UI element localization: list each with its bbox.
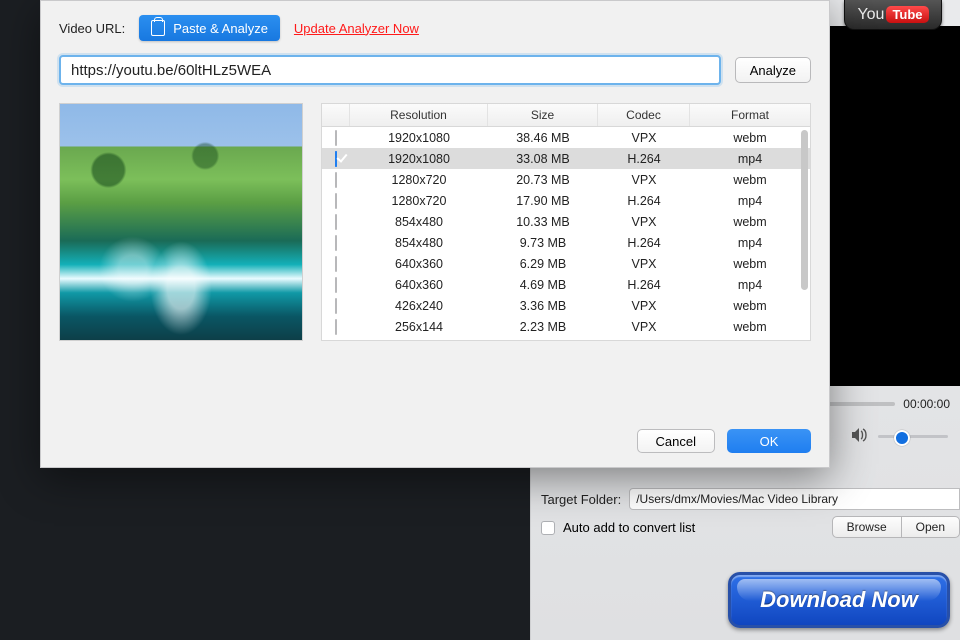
cell-codec: VPX: [598, 215, 690, 229]
table-row[interactable]: 854x4809.73 MBH.264mp4: [322, 232, 810, 253]
download-now-button[interactable]: Download Now: [728, 572, 950, 628]
row-checkbox[interactable]: [335, 151, 337, 167]
cell-size: 20.73 MB: [488, 173, 598, 187]
youtube-badge: You Tube: [844, 0, 942, 30]
cell-size: 17.90 MB: [488, 194, 598, 208]
row-checkbox[interactable]: [335, 277, 337, 293]
cancel-button[interactable]: Cancel: [637, 429, 715, 453]
analyze-button[interactable]: Analyze: [735, 57, 811, 83]
cell-size: 4.69 MB: [488, 278, 598, 292]
col-format[interactable]: Format: [690, 104, 810, 126]
col-codec[interactable]: Codec: [598, 104, 690, 126]
auto-add-label: Auto add to convert list: [563, 520, 695, 535]
cell-codec: VPX: [598, 131, 690, 145]
row-checkbox[interactable]: [335, 193, 337, 209]
table-row[interactable]: 426x2403.36 MBVPXwebm: [322, 295, 810, 316]
auto-add-checkbox[interactable]: [541, 521, 555, 535]
cell-format: webm: [690, 173, 810, 187]
table-row[interactable]: 640x3604.69 MBH.264mp4: [322, 274, 810, 295]
volume-icon[interactable]: [852, 428, 868, 445]
cell-size: 9.73 MB: [488, 236, 598, 250]
cell-resolution: 256x144: [350, 320, 488, 334]
formats-table: Resolution Size Codec Format 1920x108038…: [321, 103, 811, 341]
update-analyzer-link[interactable]: Update Analyzer Now: [294, 21, 419, 36]
table-header: Resolution Size Codec Format: [322, 104, 810, 127]
clipboard-icon: [151, 20, 165, 36]
target-folder-label: Target Folder:: [541, 492, 621, 507]
table-row[interactable]: 1920x108033.08 MBH.264mp4: [322, 148, 810, 169]
youtube-tube-text: Tube: [886, 6, 928, 23]
cell-size: 2.23 MB: [488, 320, 598, 334]
cell-resolution: 640x360: [350, 278, 488, 292]
table-row[interactable]: 1280x72020.73 MBVPXwebm: [322, 169, 810, 190]
volume-slider[interactable]: [878, 435, 948, 438]
cell-codec: VPX: [598, 257, 690, 271]
cell-format: webm: [690, 320, 810, 334]
cell-codec: H.264: [598, 236, 690, 250]
cell-resolution: 1920x1080: [350, 152, 488, 166]
cell-resolution: 426x240: [350, 299, 488, 313]
cell-codec: H.264: [598, 152, 690, 166]
table-row[interactable]: 854x48010.33 MBVPXwebm: [322, 211, 810, 232]
table-row[interactable]: 256x1442.23 MBVPXwebm: [322, 316, 810, 337]
row-checkbox[interactable]: [335, 235, 337, 251]
cell-size: 3.36 MB: [488, 299, 598, 313]
cell-format: mp4: [690, 278, 810, 292]
cell-format: mp4: [690, 194, 810, 208]
video-url-input[interactable]: [59, 55, 721, 85]
cell-format: mp4: [690, 236, 810, 250]
row-checkbox[interactable]: [335, 256, 337, 272]
col-resolution[interactable]: Resolution: [350, 104, 488, 126]
cell-resolution: 854x480: [350, 236, 488, 250]
youtube-you-text: You: [857, 6, 884, 24]
paste-analyze-label: Paste & Analyze: [173, 21, 268, 36]
video-url-label: Video URL:: [59, 21, 125, 36]
row-checkbox[interactable]: [335, 319, 337, 335]
cell-size: 6.29 MB: [488, 257, 598, 271]
col-size[interactable]: Size: [488, 104, 598, 126]
paste-analyze-button[interactable]: Paste & Analyze: [139, 15, 280, 41]
cell-size: 33.08 MB: [488, 152, 598, 166]
video-thumbnail: [59, 103, 303, 341]
cell-resolution: 640x360: [350, 257, 488, 271]
cell-size: 10.33 MB: [488, 215, 598, 229]
cell-codec: VPX: [598, 299, 690, 313]
cell-size: 38.46 MB: [488, 131, 598, 145]
table-row[interactable]: 1280x72017.90 MBH.264mp4: [322, 190, 810, 211]
cell-codec: VPX: [598, 173, 690, 187]
ok-button[interactable]: OK: [727, 429, 811, 453]
time-readout: 00:00:00: [903, 397, 950, 411]
cell-resolution: 1280x720: [350, 194, 488, 208]
cell-format: webm: [690, 299, 810, 313]
cell-format: webm: [690, 131, 810, 145]
cell-resolution: 854x480: [350, 215, 488, 229]
row-checkbox[interactable]: [335, 172, 337, 188]
cell-codec: H.264: [598, 194, 690, 208]
cell-resolution: 1280x720: [350, 173, 488, 187]
cell-format: mp4: [690, 152, 810, 166]
analyze-dialog: Video URL: Paste & Analyze Update Analyz…: [40, 0, 830, 468]
table-row[interactable]: 640x3606.29 MBVPXwebm: [322, 253, 810, 274]
open-button[interactable]: Open: [902, 516, 960, 538]
cell-codec: VPX: [598, 320, 690, 334]
row-checkbox[interactable]: [335, 298, 337, 314]
row-checkbox[interactable]: [335, 214, 337, 230]
cell-codec: H.264: [598, 278, 690, 292]
row-checkbox[interactable]: [335, 130, 337, 146]
table-scrollbar[interactable]: [801, 130, 808, 290]
cell-format: webm: [690, 257, 810, 271]
browse-button[interactable]: Browse: [832, 516, 902, 538]
target-folder-input[interactable]: [629, 488, 960, 510]
cell-format: webm: [690, 215, 810, 229]
cell-resolution: 1920x1080: [350, 131, 488, 145]
table-row[interactable]: 1920x108038.46 MBVPXwebm: [322, 127, 810, 148]
